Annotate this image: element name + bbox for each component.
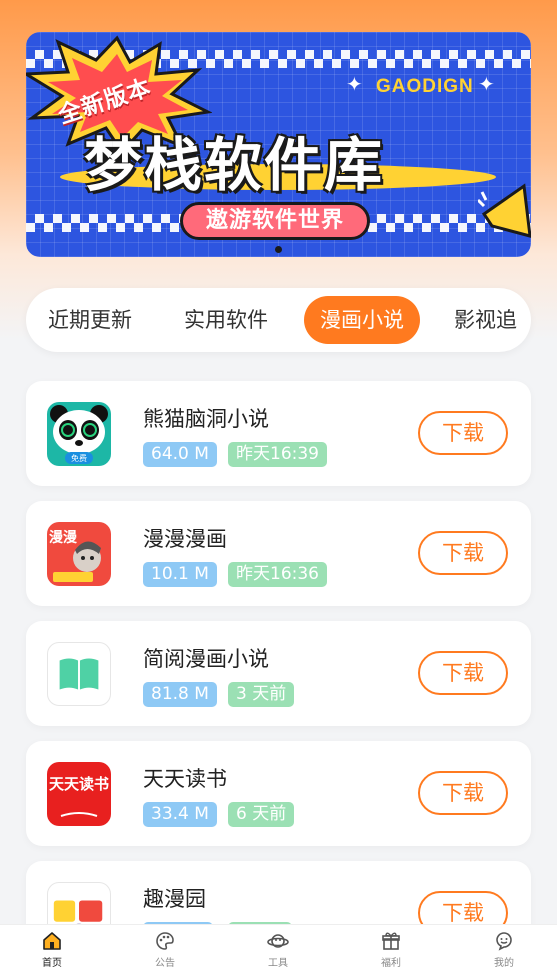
app-size-badge: 10.1 M <box>143 562 217 587</box>
app-name: 熊猫脑洞小说 <box>143 407 269 431</box>
nav-label: 工具 <box>268 958 288 969</box>
app-card[interactable]: 免费 熊猫脑洞小说 64.0 M 昨天16:39 下载 <box>26 381 531 486</box>
download-button[interactable]: 下载 <box>418 531 508 575</box>
gift-icon <box>382 932 400 950</box>
app-updated-badge: 昨天16:39 <box>228 442 327 467</box>
app-name: 天天读书 <box>143 767 227 791</box>
home-icon <box>43 932 61 950</box>
sparkle-icon: ✦ <box>478 72 495 96</box>
nav-label: 福利 <box>381 958 401 969</box>
promo-banner[interactable]: 全新版本 ✦ GAODIGN ✦ 梦栈软件库 遨游软件世界 <box>26 32 531 257</box>
app-card[interactable]: 天天读书 天天读书 33.4 M 6 天前 下载 <box>26 741 531 846</box>
download-button[interactable]: 下载 <box>418 771 508 815</box>
nav-profile[interactable]: 我的 <box>474 931 534 969</box>
planet-icon <box>267 934 289 948</box>
app-name: 漫漫漫画 <box>143 527 227 551</box>
tab-comics-novels[interactable]: 漫画小说 <box>304 296 420 344</box>
app-updated-badge: 昨天16:36 <box>228 562 327 587</box>
tab-recent[interactable]: 近期更新 <box>48 296 132 344</box>
banner-subtitle: 遨游软件世界 <box>180 202 370 240</box>
category-tabs: 近期更新 实用软件 漫画小说 影视追 <box>26 288 531 352</box>
panda-icon-text: 免费 <box>71 453 87 463</box>
tiantian-icon-text: 天天读书 <box>49 775 109 793</box>
carousel-dot <box>275 246 282 253</box>
banner-brand: GAODIGN <box>376 76 474 97</box>
download-button[interactable]: 下载 <box>418 651 508 695</box>
app-name: 简阅漫画小说 <box>143 647 269 671</box>
app-card[interactable]: 漫漫 漫漫漫画 10.1 M 昨天16:36 下载 <box>26 501 531 606</box>
nav-benefits[interactable]: 福利 <box>361 931 421 969</box>
nav-tools[interactable]: 工具 <box>248 931 308 969</box>
app-updated-badge: 3 天前 <box>228 682 295 707</box>
download-button[interactable]: 下载 <box>418 411 508 455</box>
book-icon <box>47 642 111 706</box>
panda-icon: 免费 <box>47 402 111 466</box>
nav-home[interactable]: 首页 <box>22 931 82 969</box>
app-size-badge: 33.4 M <box>143 802 217 827</box>
app-name: 趣漫园 <box>143 887 206 911</box>
banner-title: 梦栈软件库 <box>84 131 385 199</box>
app-size-badge: 64.0 M <box>143 442 217 467</box>
tab-utilities[interactable]: 实用软件 <box>184 296 268 344</box>
nav-label: 首页 <box>42 958 62 969</box>
nav-announcements[interactable]: 公告 <box>135 931 195 969</box>
palette-icon <box>156 932 174 950</box>
bottom-navigation: 首页 公告 工具 福利 我的 <box>0 924 557 980</box>
manman-icon-text: 漫漫 <box>49 529 78 546</box>
app-size-badge: 81.8 M <box>143 682 217 707</box>
profile-icon <box>496 932 512 951</box>
app-card[interactable]: 简阅漫画小说 81.8 M 3 天前 下载 <box>26 621 531 726</box>
sparkle-icon: ✦ <box>346 72 363 96</box>
tab-video[interactable]: 影视追 <box>454 296 517 344</box>
app-updated-badge: 6 天前 <box>228 802 295 827</box>
carousel-indicator <box>26 238 531 257</box>
tiantian-icon: 天天读书 <box>47 762 111 826</box>
nav-label: 公告 <box>155 958 175 969</box>
nav-label: 我的 <box>494 958 514 969</box>
megaphone-icon <box>478 183 531 238</box>
manman-icon: 漫漫 <box>47 522 111 586</box>
